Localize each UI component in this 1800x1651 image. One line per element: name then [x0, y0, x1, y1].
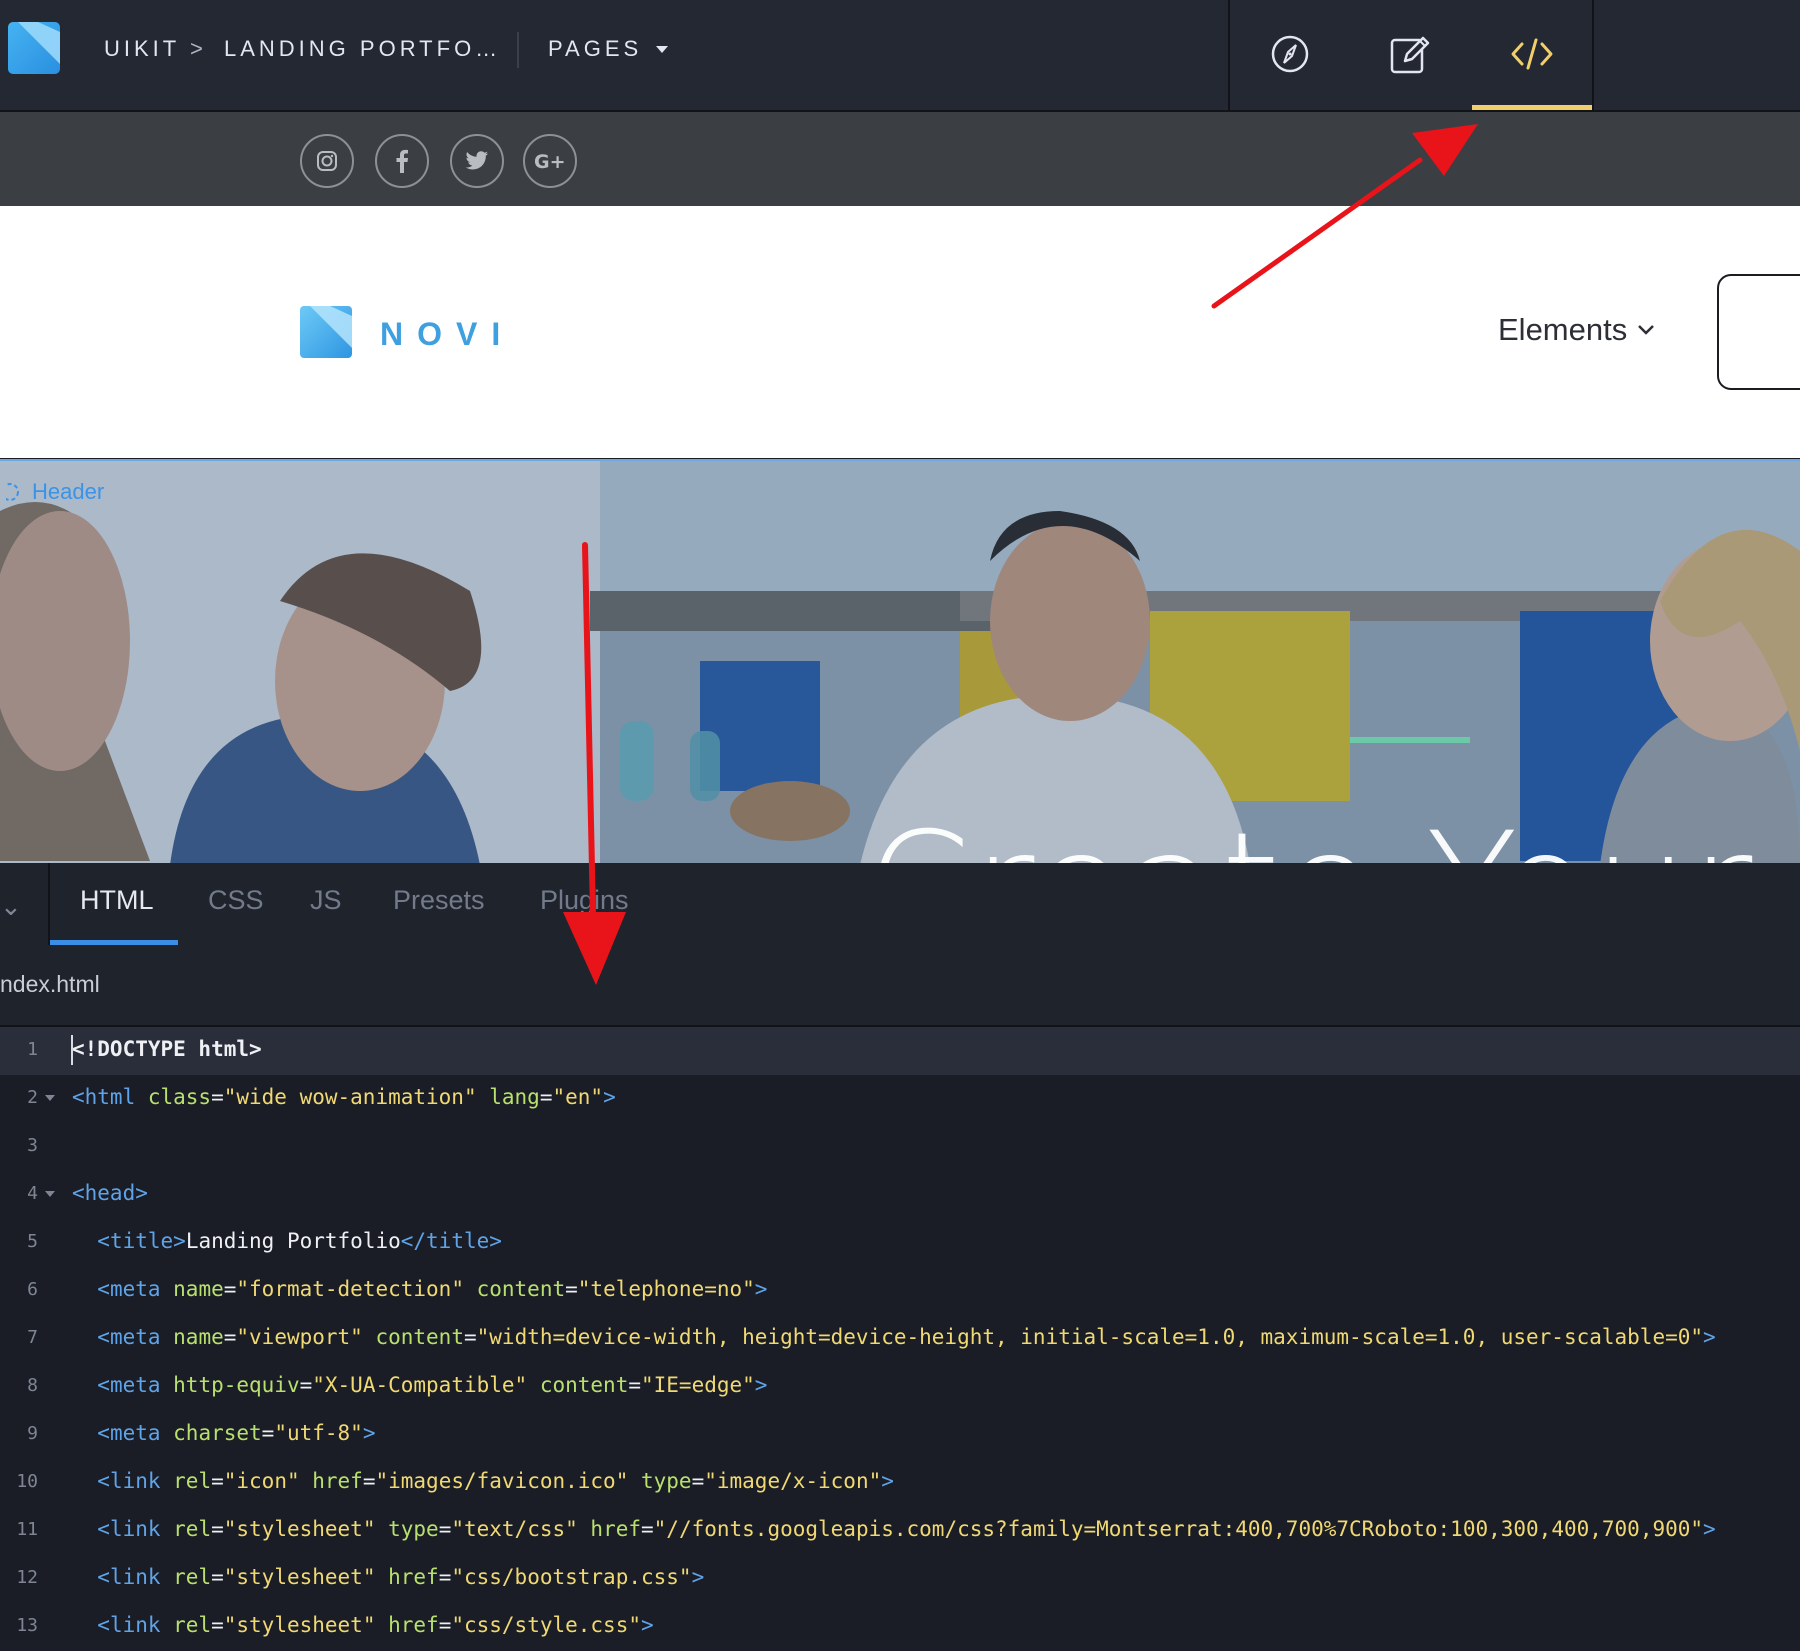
chevron-down-icon	[1638, 325, 1655, 335]
hero-title: Create Your Webs	[866, 801, 1800, 865]
code-text: <meta name="format-detection" content="t…	[97, 1277, 768, 1301]
text-cursor	[71, 1035, 73, 1065]
instagram-icon	[317, 151, 337, 171]
code-text: <link rel="icon" href="images/favicon.ic…	[97, 1469, 894, 1493]
fold-arrow-icon[interactable]	[45, 1095, 55, 1101]
code-line[interactable]: 4 <head>	[0, 1171, 1800, 1219]
google-plus-link[interactable]: G+	[523, 134, 577, 188]
site-header: NOVI Elements	[0, 206, 1800, 458]
pages-dropdown-button[interactable]: PAGES	[548, 36, 669, 62]
line-number: 9	[27, 1423, 38, 1444]
tab-html[interactable]: HTML	[80, 885, 154, 916]
code-text: <head>	[72, 1181, 148, 1205]
twitter-icon	[465, 151, 488, 170]
code-line[interactable]: 3	[0, 1123, 1800, 1171]
line-number: 11	[16, 1519, 38, 1540]
line-number: 6	[27, 1279, 38, 1300]
novi-logo-icon[interactable]	[8, 22, 60, 74]
breadcrumb-page[interactable]: LANDING PORTFO…	[224, 36, 501, 62]
elements-menu[interactable]: Elements	[1498, 312, 1655, 348]
logo-text[interactable]: NOVI	[380, 316, 514, 353]
code-line[interactable]: 9 <meta charset="utf-8">	[0, 1411, 1800, 1459]
line-number: 10	[16, 1471, 38, 1492]
code-text: <meta charset="utf-8">	[97, 1421, 376, 1445]
line-number: 7	[27, 1327, 38, 1348]
target-icon	[6, 483, 19, 501]
code-line[interactable]: 8 <meta http-equiv="X-UA-Compatible" con…	[0, 1363, 1800, 1411]
facebook-icon	[396, 149, 408, 173]
file-name[interactable]: ndex.html	[0, 971, 100, 998]
breadcrumb-root[interactable]: UIKIT	[104, 36, 180, 62]
divider	[517, 32, 519, 68]
top-toolbar: UIKIT > LANDING PORTFO… PAGES	[0, 0, 1800, 112]
code-icon	[1511, 38, 1553, 70]
code-line[interactable]: 11 <link rel="stylesheet" type="text/css…	[0, 1507, 1800, 1555]
code-text: <html class="wide wow-animation" lang="e…	[72, 1085, 616, 1109]
preview-mode-button[interactable]	[1230, 0, 1350, 108]
code-line[interactable]: 1 <!DOCTYPE html>	[0, 1027, 1800, 1075]
code-line[interactable]: 5 <title>Landing Portfolio</title>	[0, 1219, 1800, 1267]
hero-section[interactable]: Header Create Your Webs	[0, 459, 1800, 865]
code-text: <title>Landing Portfolio</title>	[97, 1229, 502, 1253]
code-line[interactable]: 2 <html class="wide wow-animation" lang="…	[0, 1075, 1800, 1123]
tab-plugins[interactable]: Plugins	[540, 885, 629, 916]
section-label[interactable]: Header	[6, 479, 104, 505]
mode-tool-group	[1228, 0, 1594, 110]
elements-menu-label: Elements	[1498, 312, 1628, 347]
code-line[interactable]: 12 <link rel="stylesheet" href="css/boot…	[0, 1555, 1800, 1603]
code-text: <link rel="stylesheet" href="css/style.c…	[97, 1613, 654, 1637]
facebook-link[interactable]	[375, 134, 429, 188]
twitter-link[interactable]	[450, 134, 504, 188]
line-number: 4	[27, 1183, 38, 1204]
line-number: 13	[16, 1615, 38, 1636]
code-line[interactable]: 13 <link rel="stylesheet" href="css/styl…	[0, 1603, 1800, 1651]
code-text: <meta name="viewport" content="width=dev…	[97, 1325, 1716, 1349]
breadcrumb-separator: >	[190, 36, 203, 61]
pages-label: PAGES	[548, 36, 643, 61]
tab-css[interactable]: CSS	[208, 885, 264, 916]
code-editor-tabs: ⌄ HTML CSS JS Presets Plugins	[0, 863, 1800, 947]
code-text: <link rel="stylesheet" type="text/css" h…	[97, 1517, 1716, 1541]
code-line[interactable]: 10 <link rel="icon" href="images/favicon…	[0, 1459, 1800, 1507]
hero-accent-line	[1350, 737, 1470, 743]
divider	[48, 863, 50, 945]
google-plus-icon: G+	[534, 151, 566, 171]
line-number: 8	[27, 1375, 38, 1396]
code-text: <meta http-equiv="X-UA-Compatible" conte…	[97, 1373, 768, 1397]
fold-arrow-icon[interactable]	[45, 1191, 55, 1197]
header-button-outline[interactable]	[1717, 274, 1800, 390]
line-number: 1	[27, 1039, 38, 1060]
collapse-chevron-icon[interactable]: ⌄	[0, 891, 22, 922]
code-text: <link rel="stylesheet" href="css/bootstr…	[97, 1565, 705, 1589]
caret-down-icon	[656, 45, 669, 53]
tab-js[interactable]: JS	[310, 885, 342, 916]
code-text: <!DOCTYPE html>	[72, 1037, 262, 1061]
design-mode-button[interactable]	[1350, 0, 1470, 108]
section-label-text: Header	[32, 479, 105, 504]
tab-presets[interactable]: Presets	[393, 885, 485, 916]
active-tool-indicator	[1472, 105, 1592, 110]
line-number: 2	[27, 1087, 38, 1108]
social-bar: G+	[0, 112, 1800, 206]
file-bar: ndex.html	[0, 945, 1800, 1027]
code-line[interactable]: 7 <meta name="viewport" content="width=d…	[0, 1315, 1800, 1363]
line-number: 3	[27, 1135, 38, 1156]
svg-text:G+: G+	[534, 151, 566, 171]
line-number: 12	[16, 1567, 38, 1588]
code-mode-button[interactable]	[1472, 0, 1592, 108]
code-editor[interactable]: 1 <!DOCTYPE html> 2 <html class="wide wow-a…	[0, 1027, 1800, 1640]
novi-logo-icon[interactable]	[300, 306, 352, 358]
code-line[interactable]: 6 <meta name="format-detection" content=…	[0, 1267, 1800, 1315]
compass-icon	[1271, 35, 1309, 73]
edit-icon	[1390, 36, 1430, 74]
line-number: 5	[27, 1231, 38, 1252]
instagram-link[interactable]	[300, 134, 354, 188]
